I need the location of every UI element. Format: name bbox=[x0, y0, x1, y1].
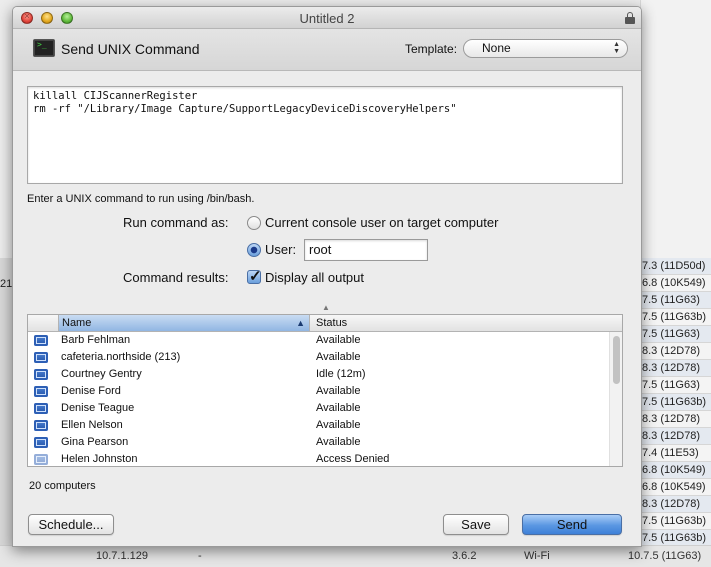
sort-ascending-icon: ▲ bbox=[296, 318, 305, 328]
table-row[interactable]: Gina Pearson Available bbox=[28, 434, 610, 451]
command-hint: Enter a UNIX command to run using /bin/b… bbox=[27, 193, 255, 205]
background-row[interactable]: 8.3 (12D78) bbox=[640, 411, 711, 428]
computer-icon bbox=[34, 352, 48, 363]
table-body: Barb Fehlman Available cafeteria.northsi… bbox=[28, 332, 610, 466]
background-row[interactable]: 6.8 (10K549) bbox=[640, 479, 711, 496]
save-button[interactable]: Save bbox=[443, 514, 509, 535]
computer-icon bbox=[34, 454, 48, 465]
display-output-label[interactable]: Display all output bbox=[265, 270, 364, 285]
background-bottom-row[interactable]: 10.7.1.129 - 3.6.2 Wi-Fi 10.7.5 (11G63) bbox=[0, 545, 711, 567]
computer-status: Access Denied bbox=[316, 453, 390, 465]
background-row[interactable]: 6.8 (10K549) bbox=[640, 462, 711, 479]
background-toolbar-area bbox=[640, 0, 711, 258]
run-as-label: Run command as: bbox=[123, 215, 229, 230]
send-unix-command-window: × Untitled 2 >_ Send UNIX Command Templa… bbox=[12, 6, 642, 547]
background-ip-cell: 10.7.1.129 bbox=[96, 550, 148, 562]
send-button[interactable]: Send bbox=[522, 514, 622, 535]
radio-specific-user[interactable] bbox=[247, 243, 261, 257]
lock-icon[interactable] bbox=[625, 12, 635, 24]
background-row[interactable]: 7.5 (11G63) bbox=[640, 326, 711, 343]
background-left-edge: 21 bbox=[0, 258, 12, 558]
radio-console-user[interactable] bbox=[247, 216, 261, 230]
computer-icon bbox=[34, 369, 48, 380]
computer-status: Available bbox=[316, 385, 361, 397]
computer-status: Available bbox=[316, 436, 361, 448]
template-dropdown[interactable]: None ▲ ▼ bbox=[463, 39, 628, 58]
background-network-cell: Wi-Fi bbox=[524, 550, 550, 562]
background-row[interactable]: 8.3 (12D78) bbox=[640, 428, 711, 445]
background-row[interactable]: 8.3 (12D78) bbox=[640, 496, 711, 513]
table-row[interactable]: Denise Teague Available bbox=[28, 400, 610, 417]
table-row[interactable]: Barb Fehlman Available bbox=[28, 332, 610, 349]
computer-count: 20 computers bbox=[29, 480, 96, 492]
background-left-fragment: 21 bbox=[0, 278, 13, 290]
computer-status: Available bbox=[316, 334, 361, 346]
background-row[interactable]: 8.3 (12D78) bbox=[640, 343, 711, 360]
computer-name: Ellen Nelson bbox=[61, 419, 123, 431]
computer-icon bbox=[34, 437, 48, 448]
title-bar[interactable]: × Untitled 2 bbox=[13, 7, 641, 29]
username-field[interactable]: root bbox=[304, 239, 428, 261]
background-row[interactable]: 7.3 (11D50d) bbox=[640, 258, 711, 275]
computer-name: Denise Ford bbox=[61, 385, 121, 397]
background-row[interactable]: 7.4 (11E53) bbox=[640, 445, 711, 462]
computer-status: Available bbox=[316, 419, 361, 431]
command-results-label: Command results: bbox=[123, 270, 229, 285]
table-row[interactable]: Courtney Gentry Idle (12m) bbox=[28, 366, 610, 383]
checkmark-icon: ✓ bbox=[249, 268, 262, 285]
template-label: Template: bbox=[405, 42, 458, 56]
computer-name: Denise Teague bbox=[61, 402, 135, 414]
computer-name: Courtney Gentry bbox=[61, 368, 142, 380]
computer-status: Idle (12m) bbox=[316, 368, 366, 380]
computer-name: Gina Pearson bbox=[61, 436, 129, 448]
computer-name: Helen Johnston bbox=[61, 453, 138, 465]
background-row[interactable]: 7.5 (11G63b) bbox=[640, 394, 711, 411]
scrollbar-thumb[interactable] bbox=[613, 336, 620, 384]
user-option-label[interactable]: User: bbox=[265, 242, 296, 257]
command-text-area[interactable]: killall CIJScannerRegister rm -rf "/Libr… bbox=[27, 86, 623, 184]
computer-name: cafeteria.northside (213) bbox=[61, 351, 181, 363]
split-handle-icon[interactable]: ▲ bbox=[322, 303, 330, 312]
background-os-version-column: 7.3 (11D50d) 6.8 (10K549) 7.5 (11G63) 7.… bbox=[640, 258, 711, 547]
background-version-cell: 3.6.2 bbox=[452, 550, 477, 562]
background-os-cell: 10.7.5 (11G63) bbox=[628, 550, 702, 562]
schedule-button[interactable]: Schedule... bbox=[28, 514, 114, 535]
command-header: >_ Send UNIX Command Template: None ▲ ▼ bbox=[13, 29, 641, 71]
computer-icon bbox=[34, 335, 48, 346]
terminal-icon: >_ bbox=[33, 39, 55, 57]
display-output-checkbox[interactable]: ✓ bbox=[247, 268, 262, 285]
updown-arrows-icon: ▲ ▼ bbox=[613, 41, 620, 55]
table-row[interactable]: Helen Johnston Access Denied bbox=[28, 451, 610, 466]
background-row[interactable]: 7.5 (11G63b) bbox=[640, 309, 711, 326]
console-user-option-label[interactable]: Current console user on target computer bbox=[265, 215, 498, 230]
computer-status: Available bbox=[316, 351, 361, 363]
background-row[interactable]: 7.5 (11G63) bbox=[640, 292, 711, 309]
background-dash-cell: - bbox=[198, 550, 202, 562]
computer-list: Name ▲ Status Barb Fehlman Available caf… bbox=[27, 314, 623, 467]
column-header-name[interactable]: Name ▲ bbox=[58, 315, 310, 331]
column-header-status[interactable]: Status bbox=[316, 315, 347, 331]
background-row[interactable]: 7.5 (11G63) bbox=[640, 377, 711, 394]
template-selected-value: None bbox=[482, 41, 511, 55]
table-row[interactable]: Ellen Nelson Available bbox=[28, 417, 610, 434]
window-title: Untitled 2 bbox=[299, 11, 355, 26]
computer-icon bbox=[34, 386, 48, 397]
computer-name: Barb Fehlman bbox=[61, 334, 131, 346]
table-header: Name ▲ Status bbox=[28, 315, 622, 332]
computer-icon bbox=[34, 420, 48, 431]
background-row[interactable]: 8.3 (12D78) bbox=[640, 360, 711, 377]
table-row[interactable]: Denise Ford Available bbox=[28, 383, 610, 400]
background-row[interactable]: 6.8 (10K549) bbox=[640, 275, 711, 292]
background-row[interactable]: 7.5 (11G63b) bbox=[640, 513, 711, 530]
column-name-label: Name bbox=[62, 317, 92, 329]
computer-status: Available bbox=[316, 402, 361, 414]
table-row[interactable]: cafeteria.northside (213) Available bbox=[28, 349, 610, 366]
vertical-scrollbar[interactable] bbox=[609, 332, 622, 466]
page-title: Send UNIX Command bbox=[61, 41, 200, 57]
computer-icon bbox=[34, 403, 48, 414]
